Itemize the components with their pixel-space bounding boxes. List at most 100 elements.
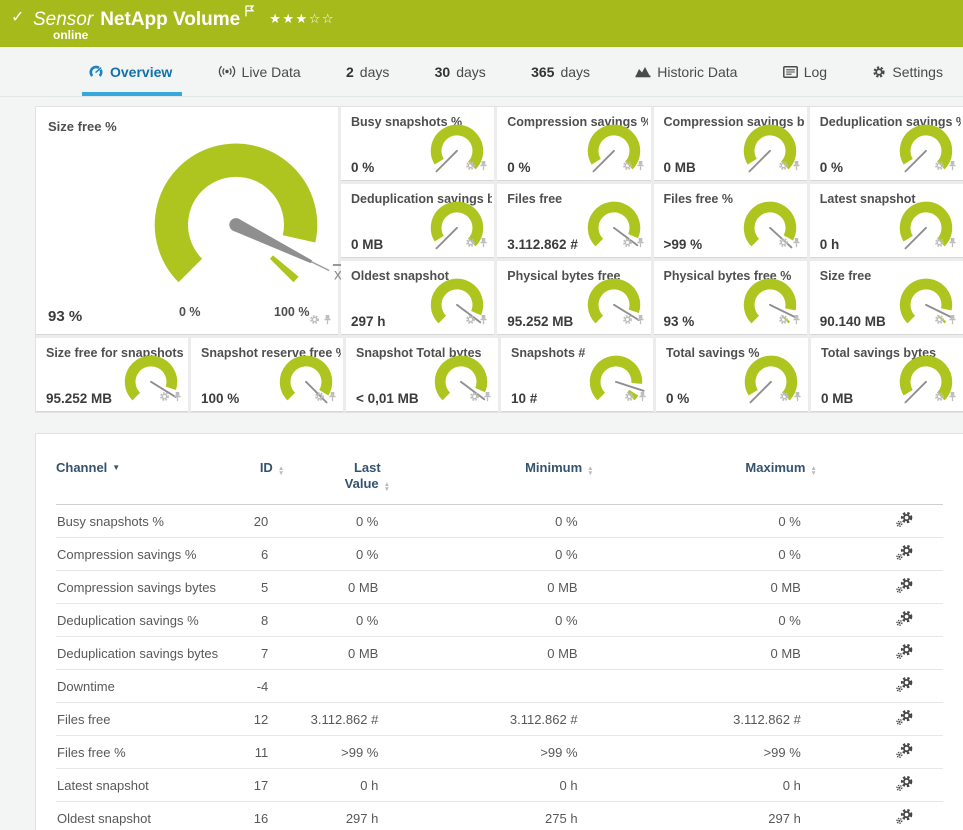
channel-settings-icon[interactable] [896, 611, 913, 629]
gauge-cell-primary[interactable]: Size free % x 0 % 100 % 93 % [36, 107, 338, 335]
tab-365-days[interactable]: 365days [531, 47, 590, 96]
channel-name[interactable]: Deduplication savings % [56, 604, 226, 637]
gear-icon[interactable] [622, 235, 633, 253]
column-header-minimum[interactable]: Minimum▲▼ [394, 460, 593, 505]
pin-icon[interactable] [948, 312, 957, 330]
gauge-cell[interactable]: Deduplication savings bytes 0 MB [341, 184, 494, 258]
channel-settings-icon[interactable] [896, 545, 913, 563]
pin-icon[interactable] [173, 389, 182, 407]
gauge-cell[interactable]: Size free 90.140 MB [810, 261, 963, 335]
gauge-cell[interactable]: Latest snapshot 0 h [810, 184, 963, 258]
gauge-cell[interactable]: Physical bytes free % 93 % [654, 261, 807, 335]
flag-icon[interactable] [245, 4, 255, 21]
gauge-cell[interactable]: Busy snapshots % 0 % [341, 107, 494, 181]
tab-live-data[interactable]: Live Data [218, 47, 301, 96]
pin-icon[interactable] [479, 312, 488, 330]
channel-row[interactable]: Files free % 11 >99 % >99 % >99 % [56, 736, 943, 769]
channel-row[interactable]: Deduplication savings % 8 0 % 0 % 0 % [56, 604, 943, 637]
gear-icon[interactable] [309, 312, 320, 330]
priority-stars[interactable]: ★★★☆☆ [269, 11, 335, 26]
pin-icon[interactable] [636, 312, 645, 330]
pin-icon[interactable] [479, 158, 488, 176]
gauge-cell[interactable]: Physical bytes free 95.252 MB [497, 261, 650, 335]
channel-name[interactable]: Latest snapshot [56, 769, 226, 802]
channel-name[interactable]: Files free [56, 703, 226, 736]
gear-icon[interactable] [465, 235, 476, 253]
pin-icon[interactable] [948, 235, 957, 253]
channel-settings-icon[interactable] [896, 677, 913, 695]
tab-overview[interactable]: Overview [88, 47, 172, 96]
gear-icon[interactable] [779, 389, 790, 407]
gear-icon[interactable] [465, 158, 476, 176]
column-header-last-value[interactable]: Last Value▲▼ [284, 460, 394, 505]
channel-settings-icon[interactable] [896, 644, 913, 662]
gauge-cell[interactable]: Snapshot Total bytes < 0,01 MB [346, 338, 498, 412]
gear-icon[interactable] [465, 312, 476, 330]
gear-icon[interactable] [778, 158, 789, 176]
channel-name[interactable]: Oldest snapshot [56, 802, 226, 830]
gauge-cell[interactable]: Total savings bytes 0 MB [811, 338, 963, 412]
gauge-cell[interactable]: Compression savings % 0 % [497, 107, 650, 181]
gear-icon[interactable] [622, 158, 633, 176]
channel-name[interactable]: Busy snapshots % [56, 505, 226, 538]
pin-icon[interactable] [792, 235, 801, 253]
channel-row[interactable]: Oldest snapshot 16 297 h 275 h 297 h [56, 802, 943, 830]
column-header-channel[interactable]: Channel▼ [56, 460, 226, 505]
channel-row[interactable]: Compression savings % 6 0 % 0 % 0 % [56, 538, 943, 571]
column-header-maximum[interactable]: Maximum▲▼ [594, 460, 817, 505]
gauge-cell[interactable]: Size free for snapshots 95.252 MB [36, 338, 188, 412]
gauge-cell[interactable]: Compression savings bytes 0 MB [654, 107, 807, 181]
channel-settings-icon[interactable] [896, 743, 913, 761]
gauge-cell[interactable]: Total savings % 0 % [656, 338, 808, 412]
tab-30-days[interactable]: 30days [435, 47, 486, 96]
pin-icon[interactable] [792, 312, 801, 330]
channel-name[interactable]: Deduplication savings bytes [56, 637, 226, 670]
tab-log[interactable]: Log [783, 47, 827, 96]
pin-icon[interactable] [328, 389, 337, 407]
channel-name[interactable]: Compression savings bytes [56, 571, 226, 604]
pin-icon[interactable] [636, 158, 645, 176]
channel-settings-icon[interactable] [896, 578, 913, 596]
gear-icon[interactable] [159, 389, 170, 407]
gear-icon[interactable] [778, 235, 789, 253]
pin-icon[interactable] [948, 389, 957, 407]
tab-settings[interactable]: Settings [872, 47, 943, 96]
channel-name[interactable]: Downtime [56, 670, 226, 703]
pin-icon[interactable] [483, 389, 492, 407]
column-header-id[interactable]: ID▲▼ [226, 460, 284, 505]
gear-icon[interactable] [934, 158, 945, 176]
gauge-cell[interactable]: Oldest snapshot 297 h [341, 261, 494, 335]
channel-settings-icon[interactable] [896, 809, 913, 827]
gauge-cell[interactable]: Snapshot reserve free % 100 % [191, 338, 343, 412]
gauge-cell[interactable]: Files free % >99 % [654, 184, 807, 258]
channel-row[interactable]: Files free 12 3.112.862 # 3.112.862 # 3.… [56, 703, 943, 736]
gear-icon[interactable] [314, 389, 325, 407]
gear-icon[interactable] [778, 312, 789, 330]
pin-icon[interactable] [792, 158, 801, 176]
channel-settings-icon[interactable] [896, 512, 913, 530]
gear-icon[interactable] [624, 389, 635, 407]
channel-name[interactable]: Files free % [56, 736, 226, 769]
channel-row[interactable]: Latest snapshot 17 0 h 0 h 0 h [56, 769, 943, 802]
channel-settings-icon[interactable] [896, 776, 913, 794]
gauge-cell[interactable]: Deduplication savings % 0 % [810, 107, 963, 181]
channel-row[interactable]: Busy snapshots % 20 0 % 0 % 0 % [56, 505, 943, 538]
channel-name[interactable]: Compression savings % [56, 538, 226, 571]
pin-icon[interactable] [479, 235, 488, 253]
pin-icon[interactable] [323, 312, 332, 330]
gauge-cell[interactable]: Snapshots # 10 # [501, 338, 653, 412]
tab-historic-data[interactable]: Historic Data [635, 47, 737, 96]
pin-icon[interactable] [636, 235, 645, 253]
tab-2-days[interactable]: 2days [346, 47, 389, 96]
pin-icon[interactable] [638, 389, 647, 407]
channel-row[interactable]: Deduplication savings bytes 7 0 MB 0 MB … [56, 637, 943, 670]
pin-icon[interactable] [793, 389, 802, 407]
channel-settings-icon[interactable] [896, 710, 913, 728]
channel-row[interactable]: Compression savings bytes 5 0 MB 0 MB 0 … [56, 571, 943, 604]
channel-row[interactable]: Downtime -4 [56, 670, 943, 703]
pin-icon[interactable] [948, 158, 957, 176]
gear-icon[interactable] [934, 312, 945, 330]
gear-icon[interactable] [469, 389, 480, 407]
gear-icon[interactable] [622, 312, 633, 330]
gauge-cell[interactable]: Files free 3.112.862 # [497, 184, 650, 258]
